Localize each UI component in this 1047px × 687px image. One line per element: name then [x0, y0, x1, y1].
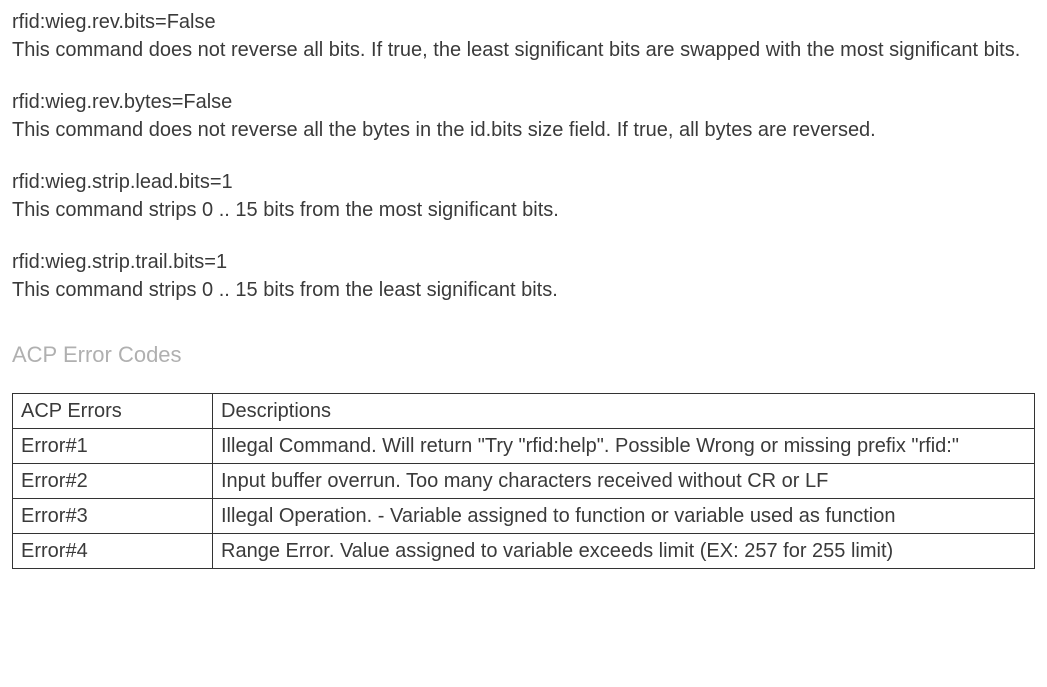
table-cell: Illegal Operation. - Variable assigned t…: [213, 498, 1035, 533]
command-description: This command strips 0 .. 15 bits from th…: [12, 276, 1035, 304]
table-row: Error#3 Illegal Operation. - Variable as…: [13, 498, 1035, 533]
table-row: Error#1 Illegal Command. Will return "Tr…: [13, 428, 1035, 463]
table-row: Error#2 Input buffer overrun. Too many c…: [13, 463, 1035, 498]
table-header-cell: Descriptions: [213, 393, 1035, 428]
table-cell: Error#2: [13, 463, 213, 498]
command-block: rfid:wieg.strip.trail.bits=1 This comman…: [12, 248, 1035, 304]
command-description: This command does not reverse all bits. …: [12, 36, 1035, 64]
command-title: rfid:wieg.strip.trail.bits=1: [12, 248, 1035, 276]
table-cell: Input buffer overrun. Too many character…: [213, 463, 1035, 498]
table-cell: Illegal Command. Will return "Try "rfid:…: [213, 428, 1035, 463]
command-title: rfid:wieg.rev.bytes=False: [12, 88, 1035, 116]
table-row: Error#4 Range Error. Value assigned to v…: [13, 533, 1035, 568]
command-description: This command strips 0 .. 15 bits from th…: [12, 196, 1035, 224]
command-title: rfid:wieg.strip.lead.bits=1: [12, 168, 1035, 196]
section-title: ACP Error Codes: [12, 340, 1035, 371]
table-cell: Error#4: [13, 533, 213, 568]
command-title: rfid:wieg.rev.bits=False: [12, 8, 1035, 36]
error-codes-table: ACP Errors Descriptions Error#1 Illegal …: [12, 393, 1035, 569]
command-block: rfid:wieg.rev.bytes=False This command d…: [12, 88, 1035, 144]
table-cell: Error#3: [13, 498, 213, 533]
table-cell: Error#1: [13, 428, 213, 463]
table-cell: Range Error. Value assigned to variable …: [213, 533, 1035, 568]
table-header-row: ACP Errors Descriptions: [13, 393, 1035, 428]
command-block: rfid:wieg.rev.bits=False This command do…: [12, 8, 1035, 64]
command-block: rfid:wieg.strip.lead.bits=1 This command…: [12, 168, 1035, 224]
table-header-cell: ACP Errors: [13, 393, 213, 428]
command-description: This command does not reverse all the by…: [12, 116, 1035, 144]
